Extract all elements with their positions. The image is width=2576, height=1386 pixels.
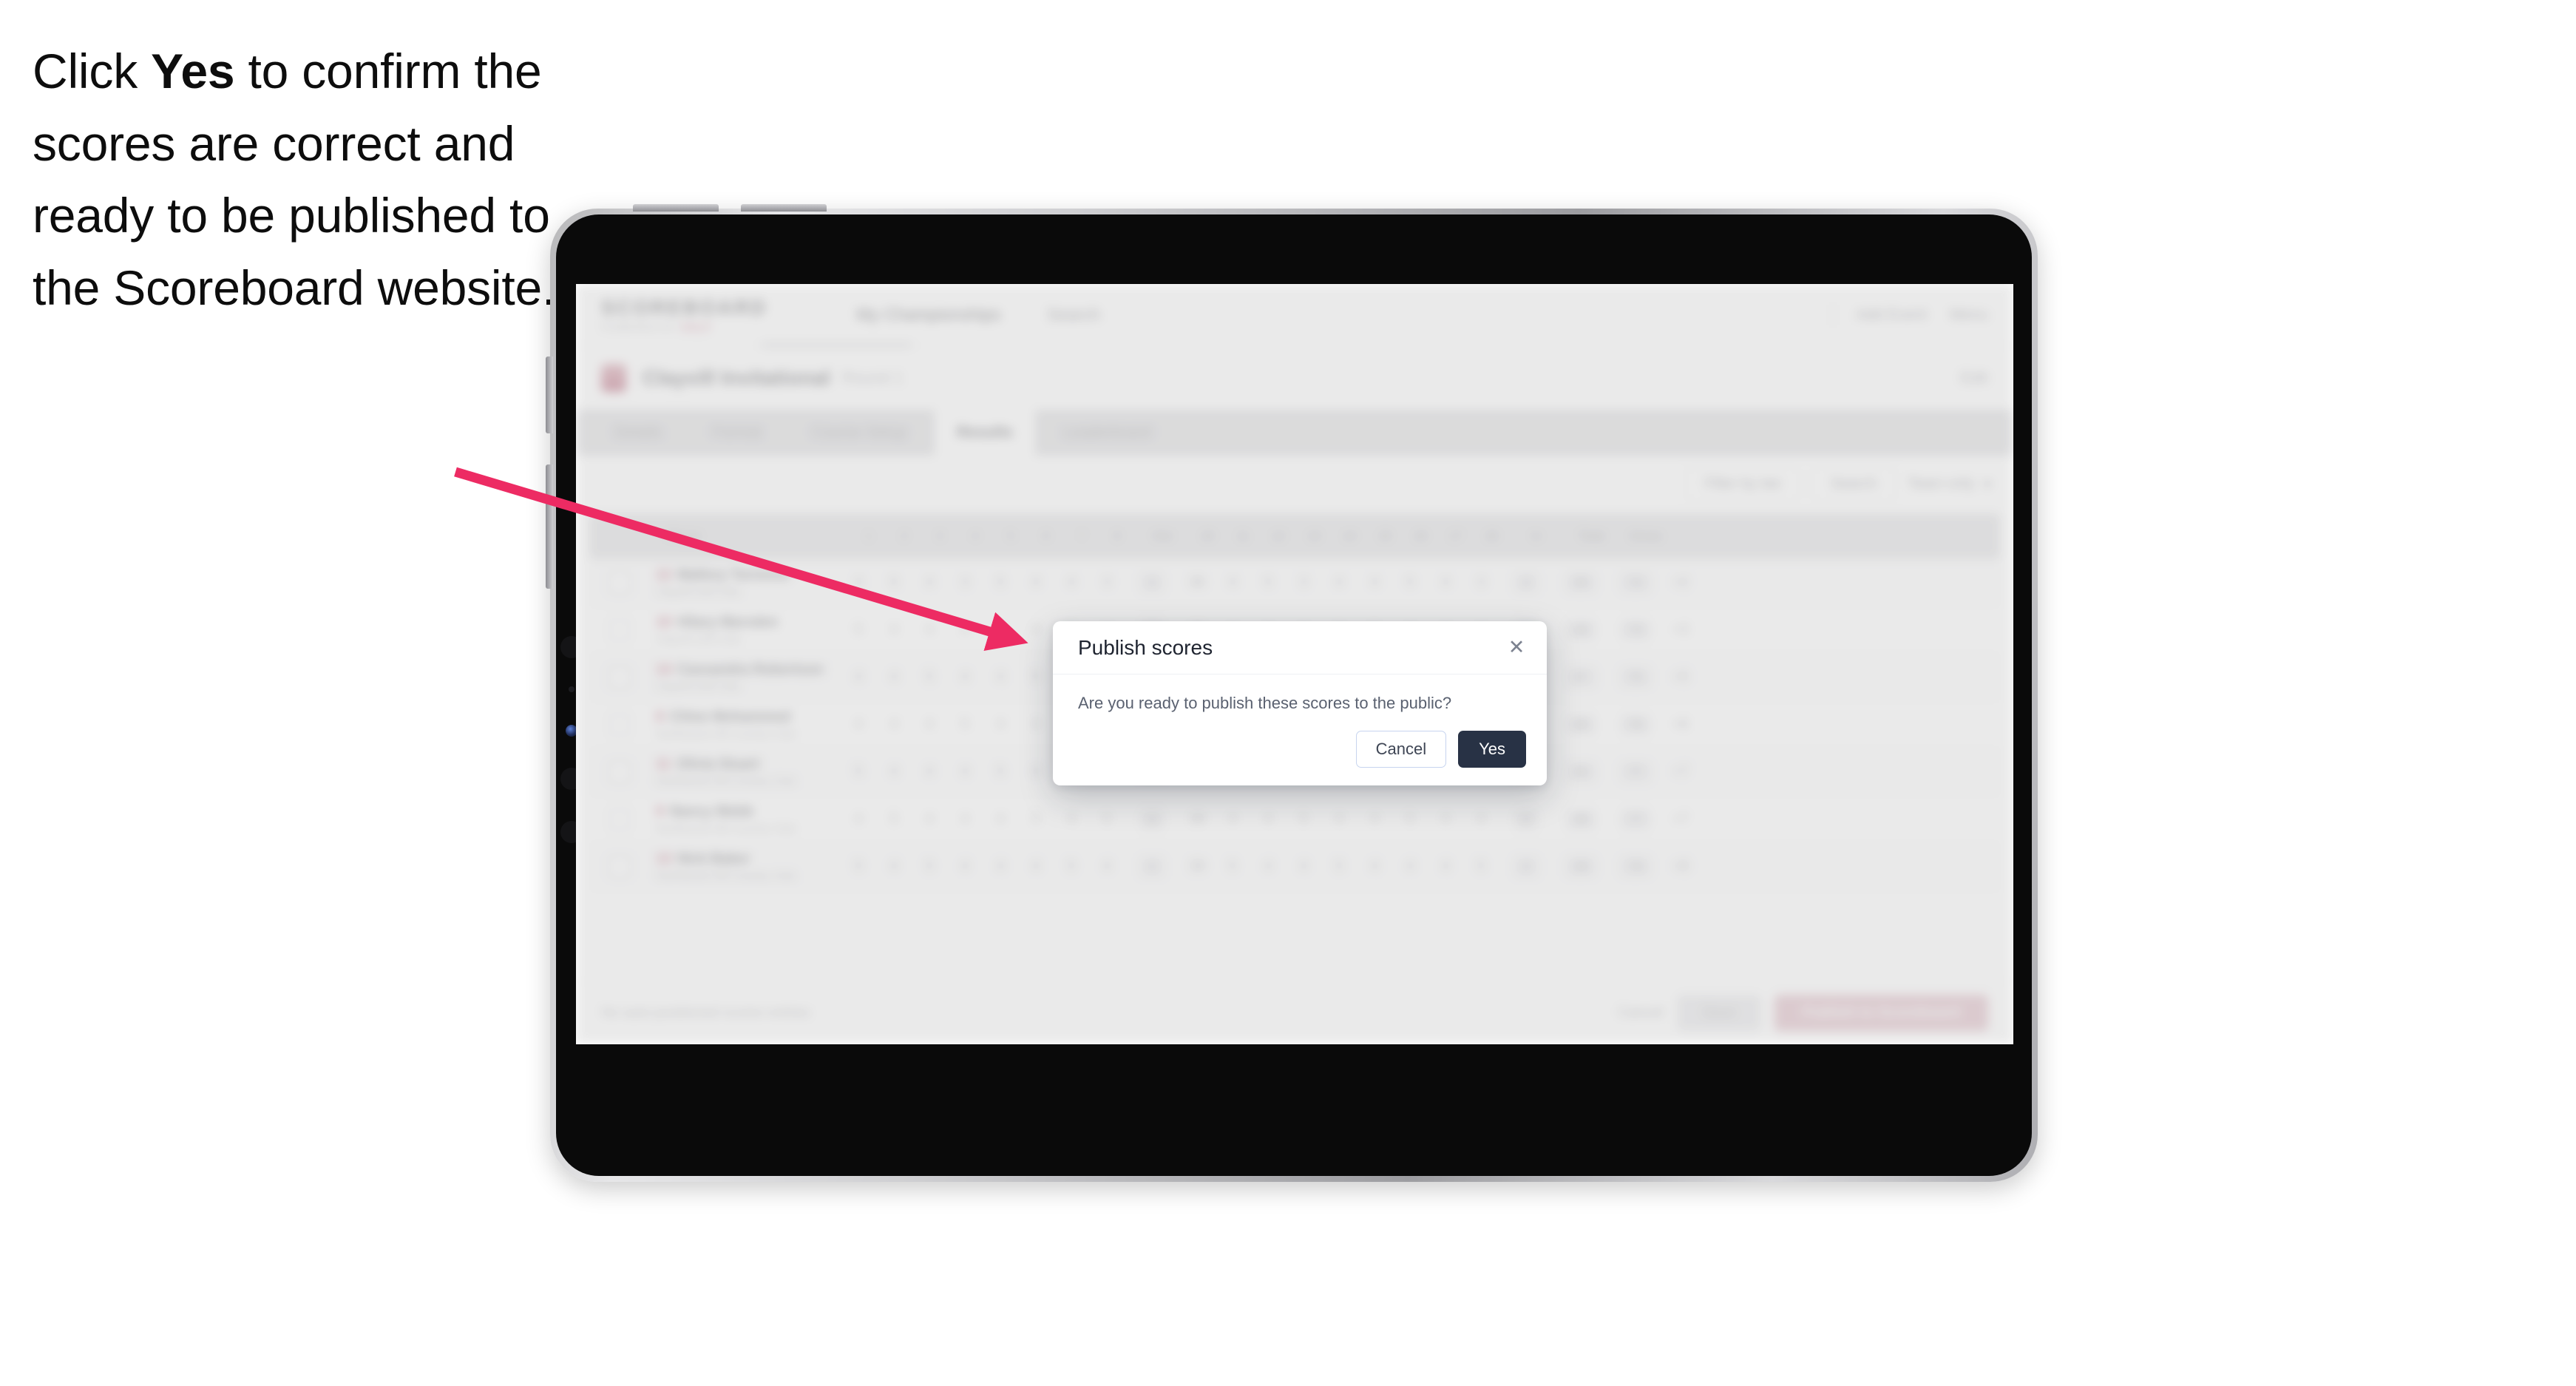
sensor-dot-icon xyxy=(569,686,574,692)
side-button[interactable] xyxy=(546,464,553,589)
instruction-caption: Click Yes to confirm the scores are corr… xyxy=(33,36,580,325)
device-bezel: SCOREBOARD POWERED BY GOLF My Championsh… xyxy=(546,204,2038,1182)
volume-down-button[interactable] xyxy=(741,204,827,212)
confirm-yes-button[interactable]: Yes xyxy=(1458,731,1526,768)
dialog-body: Are you ready to publish these scores to… xyxy=(1053,675,1547,713)
device-screen: SCOREBOARD POWERED BY GOLF My Championsh… xyxy=(576,284,2013,1044)
dialog-footer: Cancel Yes xyxy=(1355,731,1526,768)
caption-emphasis: Yes xyxy=(151,44,235,98)
cancel-button[interactable]: Cancel xyxy=(1355,731,1447,768)
tablet-device: SCOREBOARD POWERED BY GOLF My Championsh… xyxy=(546,204,2038,1182)
dialog-message: Are you ready to publish these scores to… xyxy=(1078,694,1452,712)
device-body: SCOREBOARD POWERED BY GOLF My Championsh… xyxy=(556,214,2032,1176)
volume-up-button[interactable] xyxy=(633,204,719,212)
caption-text-before: Click xyxy=(33,44,152,98)
publish-scores-dialog: Publish scores ✕ Are you ready to publis… xyxy=(1053,621,1547,785)
dialog-title: Publish scores xyxy=(1078,635,1213,659)
close-icon[interactable]: ✕ xyxy=(1505,636,1528,658)
dialog-header: Publish scores ✕ xyxy=(1053,621,1547,675)
power-button[interactable] xyxy=(546,356,553,433)
